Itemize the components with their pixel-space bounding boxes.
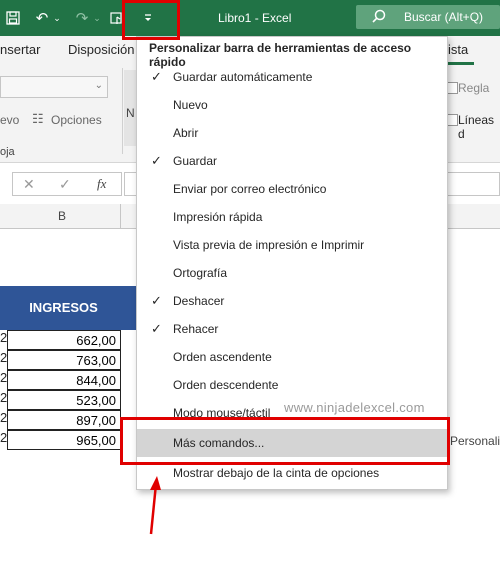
redo-icon[interactable]: ↷ (72, 7, 92, 29)
active-tab-underline (446, 62, 474, 65)
watermark: www.ninjadelexcel.com (284, 400, 425, 415)
column-header-b[interactable]: B (58, 209, 66, 223)
save-icon[interactable] (4, 7, 22, 29)
chevron-down-icon: ⌄ (94, 80, 103, 91)
table-cell[interactable]: 897,00 (7, 410, 121, 430)
menu-item-label: Ortografía (173, 266, 228, 280)
menu-item-vista-previa[interactable]: Vista previa de impresión e Imprimir (137, 231, 447, 259)
annotation-box-dropdown (122, 0, 180, 40)
tab-insertar[interactable]: nsertar (0, 42, 40, 57)
cancel-icon[interactable]: ✕ (23, 176, 35, 193)
search-icon (372, 9, 386, 23)
menu-item-label: Rehacer (173, 322, 219, 336)
side-text-personaliz: Personaliz (450, 434, 500, 448)
menu-item-label: Abrir (173, 126, 199, 140)
table-cell[interactable]: 763,00 (7, 350, 121, 370)
menu-item-label: Guardar automáticamente (173, 70, 313, 84)
column-divider (120, 204, 121, 228)
menu-item-guardar-automaticamente[interactable]: ✓ Guardar automáticamente (137, 63, 447, 91)
menu-item-label: Orden ascendente (173, 350, 272, 364)
ribbon-group-label: oja (0, 146, 15, 158)
menu-item-rehacer[interactable]: ✓ Rehacer (137, 315, 447, 343)
menu-item-enviar-correo[interactable]: Enviar por correo electrónico (137, 175, 447, 203)
table-cell[interactable]: 523,00 (7, 390, 121, 410)
menu-item-label: Deshacer (173, 294, 225, 308)
options-icon: ☷ (32, 111, 44, 126)
menu-item-label: Guardar (173, 154, 218, 168)
undo-dropdown-icon[interactable]: ⌄ (53, 7, 61, 29)
menu-item-nuevo[interactable]: Nuevo (137, 91, 447, 119)
search-label: Buscar (Alt+Q) (404, 10, 484, 24)
menu-item-ortografia[interactable]: Ortografía (137, 259, 447, 287)
regla-label: Regla (458, 81, 490, 95)
annotation-arrow-icon (149, 476, 161, 535)
menu-item-orden-ascendente[interactable]: Orden ascendente (137, 343, 447, 371)
redo-dropdown-icon[interactable]: ⌄ (93, 7, 101, 29)
ingresos-header[interactable]: INGRESOS (7, 286, 120, 330)
header-cell-c (120, 286, 136, 330)
ribbon-label-evo[interactable]: evo (0, 113, 19, 127)
lineas-label: Líneas d (458, 113, 495, 141)
check-icon: ✓ (151, 293, 162, 308)
check-icon: ✓ (151, 321, 162, 336)
menu-item-deshacer[interactable]: ✓ Deshacer (137, 287, 447, 315)
title-bar: ↶ ⌄ ↷ ⌄ Libro1 - Excel Buscar (Alt+Q) (0, 0, 500, 36)
menu-item-label: Vista previa de impresión e Imprimir (173, 238, 365, 252)
ribbon-label-opciones[interactable]: Opciones (51, 113, 102, 127)
style-dropdown[interactable]: ⌄ (0, 76, 108, 98)
insert-function-icon[interactable]: fx (97, 176, 106, 192)
menu-item-orden-descendente[interactable]: Orden descendente (137, 371, 447, 399)
tab-disposicion[interactable]: Disposición (68, 42, 134, 57)
search-box[interactable]: Buscar (Alt+Q) (356, 5, 500, 29)
menu-item-abrir[interactable]: Abrir (137, 119, 447, 147)
table-cell[interactable]: 844,00 (7, 370, 121, 390)
ribbon-label-n: N (126, 106, 135, 120)
menu-item-label: Nuevo (173, 98, 208, 112)
undo-icon[interactable]: ↶ (32, 7, 52, 29)
enter-icon[interactable]: ✓ (59, 176, 71, 193)
menu-item-label: Mostrar debajo de la cinta de opciones (173, 466, 380, 480)
menu-item-guardar[interactable]: ✓ Guardar (137, 147, 447, 175)
table-cell[interactable]: 965,00 (7, 430, 121, 450)
tab-vista[interactable]: ista (448, 42, 468, 57)
menu-item-label: Orden descendente (173, 378, 279, 392)
menu-item-label: Enviar por correo electrónico (173, 182, 327, 196)
document-title: Libro1 - Excel (218, 11, 292, 25)
table-cell[interactable]: 662,00 (7, 330, 121, 350)
menu-item-label: Impresión rápida (173, 210, 263, 224)
check-icon: ✓ (151, 69, 162, 84)
check-icon: ✓ (151, 153, 162, 168)
menu-item-impresion-rapida[interactable]: Impresión rápida (137, 203, 447, 231)
annotation-box-mas-comandos (120, 417, 450, 465)
ribbon-divider (122, 68, 123, 154)
formula-buttons: ✕ ✓ fx (12, 172, 122, 196)
